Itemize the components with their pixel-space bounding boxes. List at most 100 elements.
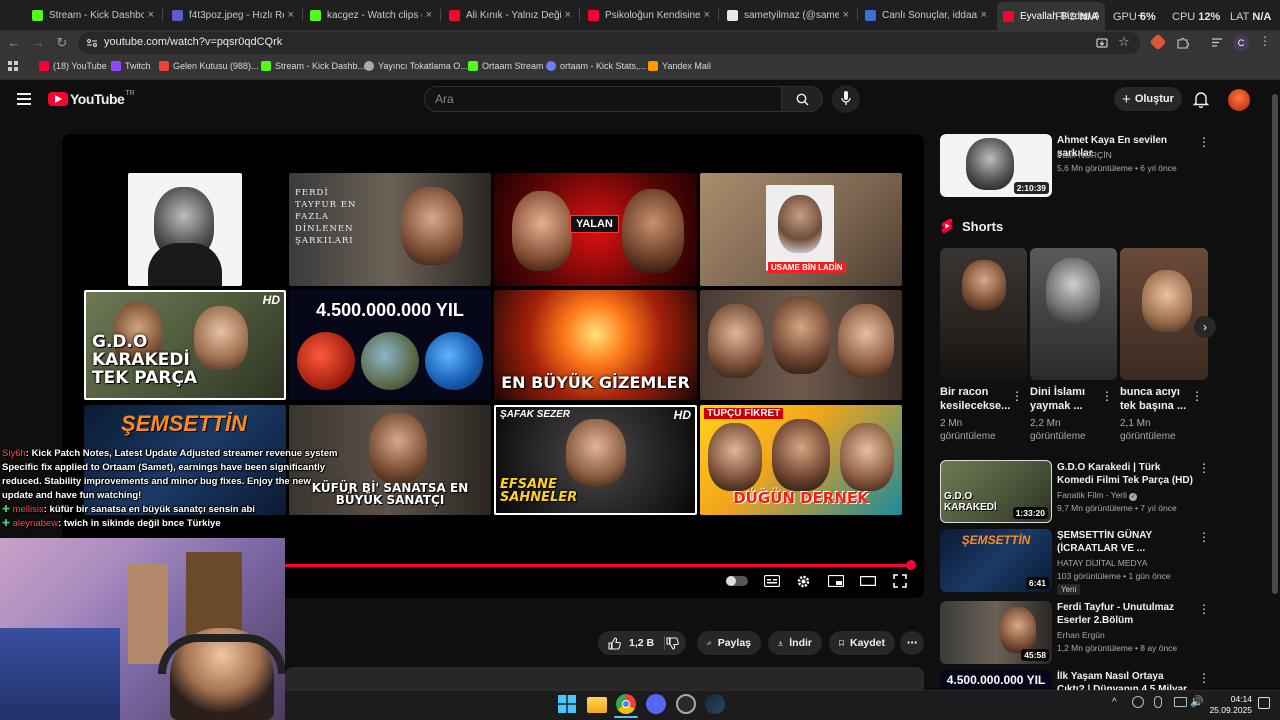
bookmark-item[interactable]: Yayıncı Tokatlama O... (364, 61, 468, 71)
short-title[interactable]: Dini İslamı yaymak ... (1030, 385, 1100, 413)
fullscreen-icon[interactable] (893, 574, 907, 588)
bookmark-item[interactable]: Twitch (111, 61, 151, 71)
progress-scrubber[interactable] (906, 560, 916, 570)
channel-name[interactable]: Erhan Ergün (1057, 629, 1105, 641)
browser-tab[interactable]: Stream - Kick Dashboard × (26, 4, 160, 26)
video-title[interactable]: İlk Yaşam Nasıl Ortaya Çıktı? | Dünyanın… (1057, 670, 1193, 690)
bookmark-item[interactable]: Gelen Kutusu (988)... (159, 61, 259, 71)
video-title[interactable]: G.D.O Karakedi | Türk Komedi Filmi Tek P… (1057, 461, 1193, 487)
site-info-icon[interactable] (86, 37, 98, 49)
short-thumbnail[interactable] (940, 248, 1027, 380)
more-options-icon[interactable]: ⋮ (1198, 135, 1210, 149)
more-options-icon[interactable]: ⋮ (1191, 389, 1203, 403)
more-options-icon[interactable]: ⋮ (1011, 389, 1023, 403)
puzzle-icon[interactable] (1176, 36, 1189, 49)
extension-icon[interactable] (1149, 33, 1167, 51)
reload-icon[interactable]: ↻ (54, 35, 70, 51)
voice-search-button[interactable] (832, 85, 860, 113)
search-box[interactable] (424, 86, 782, 112)
save-button[interactable]: Kaydet (829, 631, 895, 655)
endscreen-tile[interactable]: EN BÜYÜK GİZEMLER (494, 290, 697, 400)
video-thumbnail[interactable]: 45:58 (940, 601, 1052, 664)
browser-menu-icon[interactable]: ⋮ (1259, 34, 1271, 48)
subtitles-icon[interactable] (764, 575, 780, 587)
endscreen-tile[interactable]: TÜPÇÜ FİKRET DÜĞÜN DERNEK (700, 405, 902, 515)
theater-mode-icon[interactable] (860, 576, 876, 586)
create-button[interactable]: + Oluştur (1114, 87, 1182, 111)
back-icon[interactable]: ← (6, 35, 22, 51)
close-icon[interactable]: × (981, 9, 987, 21)
video-thumbnail[interactable]: ŞEMSETTİN 6:41 (940, 529, 1052, 592)
dislike-button[interactable] (656, 631, 690, 655)
short-thumbnail[interactable] (1120, 248, 1208, 380)
install-app-icon[interactable] (1096, 37, 1108, 49)
bookmark-star-icon[interactable]: ☆ (1118, 34, 1130, 50)
youtube-logo[interactable]: YouTube TR (48, 90, 135, 107)
video-thumbnail[interactable]: 4.500.000.000 YIL (940, 670, 1052, 690)
channel-name[interactable]: Fanatik Film - Yerli ✓ (1057, 489, 1138, 501)
forward-icon[interactable]: → (30, 35, 46, 51)
video-title[interactable]: Ferdi Tayfur - Unutulmaz Eserler 2.Bölüm (1057, 601, 1193, 627)
endscreen-tile[interactable] (700, 290, 902, 400)
notification-center-icon[interactable] (1258, 697, 1270, 709)
bookmark-item[interactable]: Stream - Kick Dashb... (261, 61, 365, 71)
browser-tab[interactable]: Psikoloğun Kendisine 'İnc × (582, 4, 716, 26)
miniplayer-icon[interactable] (828, 575, 844, 587)
autoplay-toggle[interactable] (726, 576, 748, 586)
system-clock[interactable]: 04:14 25.09.2025 (1206, 694, 1252, 716)
close-icon[interactable]: × (843, 9, 849, 21)
more-options-icon[interactable]: ⋮ (1198, 461, 1210, 475)
browser-tab[interactable]: f4t3poz.jpeg - Hızlı Resim × (166, 4, 300, 26)
more-options-icon[interactable]: ⋮ (1198, 530, 1210, 544)
tray-app-icon[interactable] (1132, 696, 1144, 708)
more-options-icon[interactable]: ⋮ (1198, 602, 1210, 616)
profile-avatar[interactable]: C (1233, 35, 1249, 51)
close-icon[interactable]: × (148, 9, 154, 21)
browser-tab[interactable]: Ali Kınık - Yalnız Değilsin × (443, 4, 577, 26)
video-title[interactable]: ŞEMSETTİN GÜNAY (İCRAATLAR VE ... (1057, 529, 1193, 555)
short-title[interactable]: Bir racon kesilecekse... (940, 385, 1010, 413)
video-thumbnail[interactable]: 2:10:39 (940, 134, 1052, 197)
channel-name[interactable]: HATAY DİJİTAL MEDYA (1057, 557, 1147, 569)
steam-icon[interactable] (705, 694, 725, 714)
browser-tab[interactable]: Canlı Sonuçlar, iddaa son × (859, 4, 993, 26)
bookmark-item[interactable]: ortaam - Kick Stats,... (546, 61, 646, 71)
microphone-tray-icon[interactable] (1154, 696, 1162, 708)
endscreen-tile[interactable]: 4.500.000.000 YIL (289, 290, 491, 400)
endscreen-tile[interactable]: ŞAFAK SEZER HD EFSANE SAHNELER (494, 405, 697, 515)
address-bar[interactable]: youtube.com/watch?v=pqsr0qdCQrk ☆ (78, 32, 1140, 54)
browser-tab[interactable]: sametyilmaz (@sametyilm × (721, 4, 855, 26)
scrollbar-thumb[interactable] (1272, 94, 1278, 594)
browser-tab[interactable]: kacgez - Watch clips on K × (304, 4, 438, 26)
volume-icon[interactable]: 🔊 (1190, 695, 1204, 708)
media-control-icon[interactable] (1211, 37, 1223, 48)
notifications-bell-icon[interactable] (1192, 90, 1210, 108)
endscreen-tile[interactable] (128, 173, 242, 286)
description-box[interactable] (285, 667, 924, 691)
hamburger-menu-icon[interactable] (17, 93, 31, 105)
network-icon[interactable] (1174, 697, 1187, 707)
more-actions-button[interactable]: ⋯ (900, 631, 924, 655)
discord-icon[interactable] (646, 694, 666, 714)
chrome-icon[interactable] (616, 694, 636, 714)
download-button[interactable]: İndir (768, 631, 822, 655)
search-button[interactable] (781, 86, 823, 112)
tray-overflow-icon[interactable]: ^ (1112, 697, 1117, 708)
file-explorer-icon[interactable] (587, 697, 607, 713)
search-input[interactable] (435, 92, 755, 106)
endscreen-tile[interactable]: FERDİ TAYFUR EN FAZLA DİNLENEN ŞARKILARI (289, 173, 491, 286)
share-button[interactable]: Paylaş (697, 631, 761, 655)
bookmark-item[interactable]: Yandex Mail (648, 61, 711, 71)
windows-start-icon[interactable] (558, 695, 576, 713)
channel-name[interactable]: Fatih NORÇİN (1057, 149, 1112, 161)
close-icon[interactable]: × (288, 9, 294, 21)
obs-icon[interactable] (676, 694, 696, 714)
settings-gear-icon[interactable] (796, 574, 811, 589)
endscreen-tile[interactable]: USAME BİN LADİN (700, 173, 902, 286)
more-options-icon[interactable]: ⋮ (1198, 671, 1210, 685)
close-icon[interactable]: × (704, 9, 710, 21)
short-title[interactable]: bunca acıyı tek başına ... (1120, 385, 1190, 413)
endscreen-tile-selected[interactable]: HD G.D.O KARAKEDİ TEK PARÇA (84, 290, 286, 400)
bookmark-item[interactable]: Ortaam Stream (468, 61, 544, 71)
account-avatar[interactable] (1228, 89, 1250, 111)
